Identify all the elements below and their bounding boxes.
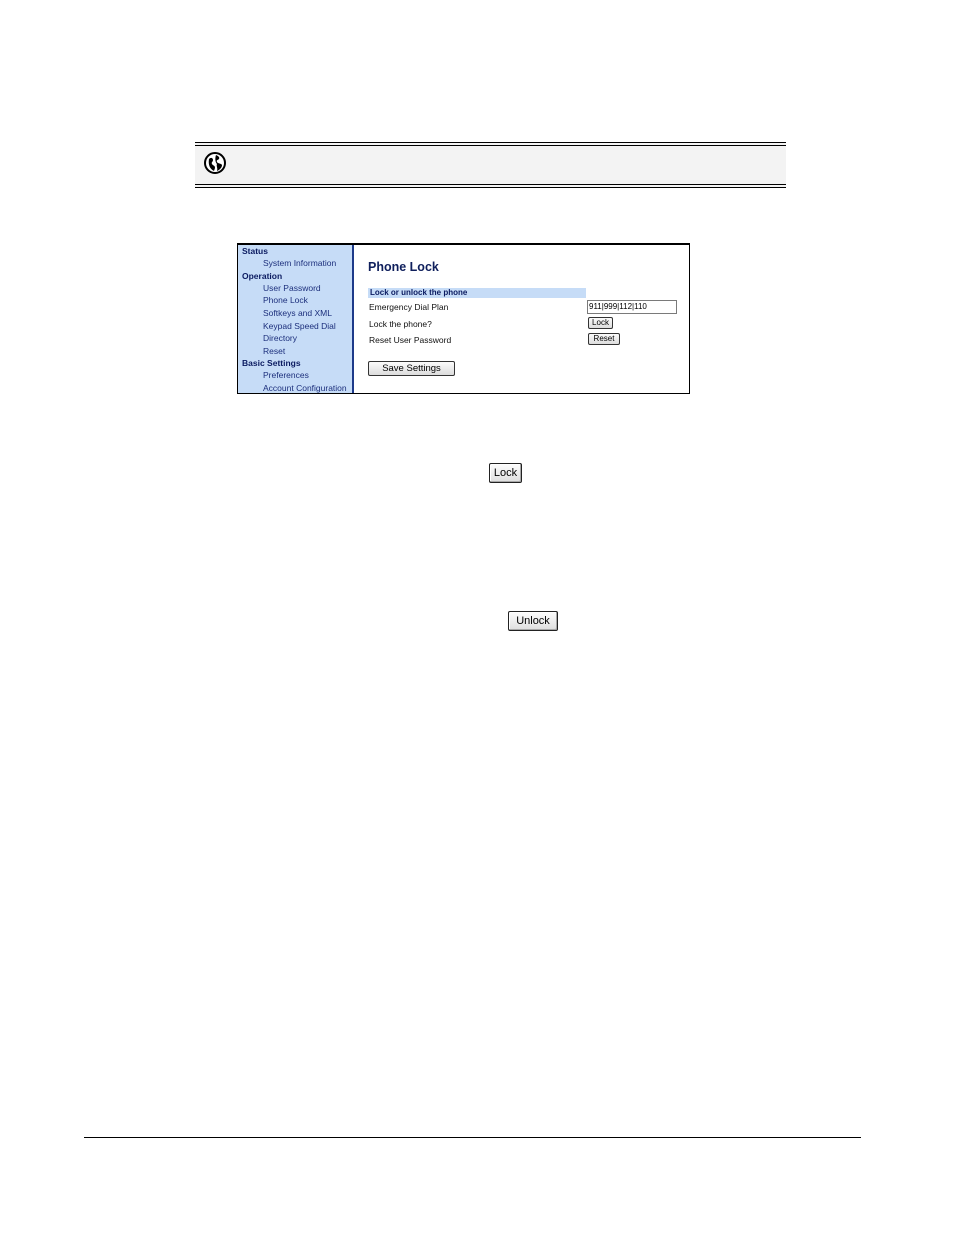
nav-group-operation[interactable]: Operation — [242, 271, 282, 281]
unlock-button-illustration[interactable]: Unlock — [508, 611, 558, 631]
web-ui-banner — [195, 142, 786, 188]
nav-item-user-password[interactable]: User Password — [263, 283, 321, 293]
reset-button[interactable]: Reset — [588, 333, 620, 345]
lock-button-illustration[interactable]: Lock — [489, 463, 522, 483]
nav-item-reset[interactable]: Reset — [263, 346, 285, 356]
page-title: Phone Lock — [368, 260, 439, 274]
sidebar-nav: Status System Information Operation User… — [238, 245, 354, 393]
nav-item-phone-lock[interactable]: Phone Lock — [263, 295, 308, 305]
section-header: Lock or unlock the phone — [368, 288, 586, 298]
footer-divider — [84, 1137, 861, 1138]
nav-item-softkeys-xml[interactable]: Softkeys and XML — [263, 308, 332, 318]
phone-lock-webui-screenshot: Status System Information Operation User… — [237, 243, 690, 394]
lock-button[interactable]: Lock — [588, 317, 613, 329]
reset-user-password-label: Reset User Password — [369, 335, 452, 345]
phone-lock-content: Phone Lock Lock or unlock the phone Emer… — [354, 245, 689, 393]
nav-group-basic-settings[interactable]: Basic Settings — [242, 358, 301, 368]
nav-item-keypad-speed-dial[interactable]: Keypad Speed Dial — [263, 321, 336, 331]
emergency-dial-plan-label: Emergency Dial Plan — [369, 302, 449, 312]
nav-item-preferences[interactable]: Preferences — [263, 370, 309, 380]
save-settings-button[interactable]: Save Settings — [368, 361, 455, 376]
nav-item-directory[interactable]: Directory — [263, 333, 297, 343]
nav-item-system-information[interactable]: System Information — [263, 258, 336, 268]
nav-item-account-configuration[interactable]: Account Configuration — [263, 383, 347, 393]
emergency-dial-plan-input[interactable]: 911|999|112|110 — [587, 300, 677, 314]
nav-group-status[interactable]: Status — [242, 246, 268, 256]
globe-icon — [204, 152, 226, 174]
lock-phone-label: Lock the phone? — [369, 319, 432, 329]
